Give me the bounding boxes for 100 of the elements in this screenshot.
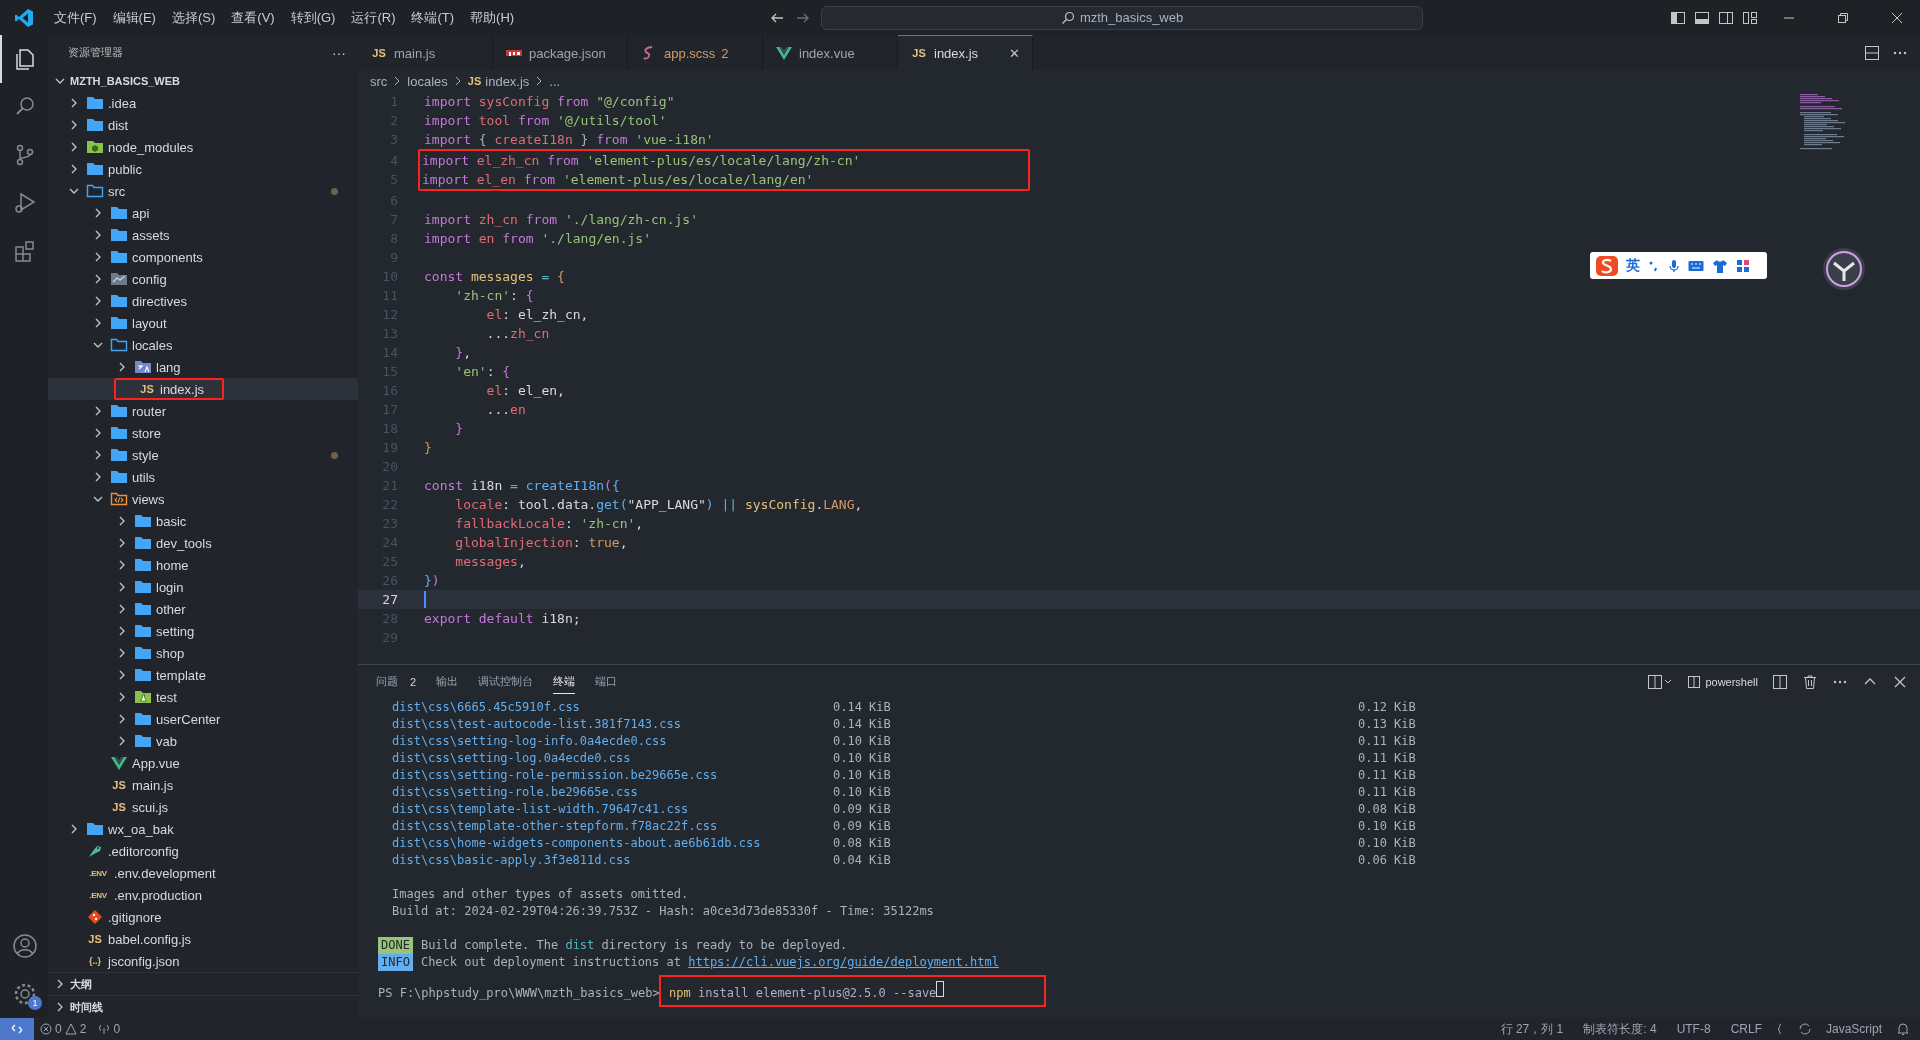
restore-icon[interactable] [1837, 11, 1849, 24]
ports-status[interactable]: 0 [92, 1022, 127, 1036]
floating-ball-icon[interactable] [1822, 247, 1866, 291]
split-editor-icon[interactable] [1864, 44, 1880, 61]
menu-item[interactable]: 帮助(H) [462, 4, 523, 31]
link[interactable]: https://cli.vuejs.org/guide/deployment.html [688, 955, 999, 969]
menu-item[interactable]: 运行(R) [343, 4, 404, 31]
keyboard-icon[interactable] [1688, 259, 1704, 272]
code-line: export default i18n; [423, 611, 581, 626]
tree-item[interactable]: {..} jsconfig.json [48, 950, 358, 972]
close-icon[interactable] [1891, 11, 1903, 24]
menu-item[interactable]: 转到(G) [282, 4, 344, 31]
problems-status[interactable]: 0 2 [34, 1022, 93, 1036]
terminal-selector[interactable]: powershell [1687, 675, 1758, 689]
split-icon[interactable] [1772, 674, 1788, 690]
menu-item[interactable]: 终端(T) [403, 4, 463, 31]
tree-item[interactable]: .ENV .env.development [48, 862, 358, 884]
tree-item[interactable]: wx_oa_bak [48, 818, 358, 840]
toggle-sidebar-icon[interactable] [1670, 9, 1686, 26]
tree-item[interactable]: other [48, 598, 358, 620]
menu-item[interactable]: 编辑(E) [104, 4, 164, 31]
tree-item[interactable]: locales [48, 334, 358, 356]
tree-item[interactable]: JS scui.js [48, 796, 358, 818]
status-item[interactable]: 制表符长度: 4 [1577, 1020, 1663, 1038]
tree-item[interactable]: router [48, 400, 358, 422]
toggle-secondary-sidebar-icon[interactable] [1718, 9, 1734, 26]
tree-item[interactable]: api [48, 202, 358, 224]
grid-icon[interactable] [1736, 258, 1750, 273]
editor-tab[interactable]: app.scss 2 [628, 35, 763, 70]
tree-item[interactable]: components [48, 246, 358, 268]
panel-tab[interactable]: 问题 2 [376, 670, 417, 694]
tree-item[interactable]: assets [48, 224, 358, 246]
panel-tab[interactable]: 终端 [553, 670, 576, 694]
status-item[interactable]: 行 27，列 1 [1494, 1020, 1570, 1038]
breadcrumb-item[interactable]: JS index.js [467, 73, 530, 89]
tree-item[interactable]: views [48, 488, 358, 510]
editor-tab[interactable]: JS main.js [358, 35, 493, 70]
menu-item[interactable]: 查看(V) [223, 4, 283, 31]
tree-item[interactable]: JS index.js [48, 378, 358, 400]
split-terminal-icon[interactable] [1647, 674, 1674, 690]
tree-item[interactable]: .editorconfig [48, 840, 358, 862]
tree-item[interactable]: .ENV .env.production [48, 884, 358, 906]
panel-tab[interactable]: 调试控制台 [478, 670, 534, 694]
layout-icon[interactable] [1742, 9, 1758, 26]
panel-tab[interactable]: 端口 [595, 670, 618, 694]
tree-item[interactable]: dist [48, 114, 358, 136]
account-icon[interactable] [12, 933, 38, 959]
editor-tab[interactable]: package.json [493, 35, 628, 70]
sync-icon[interactable] [1797, 1022, 1812, 1036]
tree-item[interactable]: App.vue [48, 752, 358, 774]
tree-item[interactable]: store [48, 422, 358, 444]
project-header[interactable]: MZTH_BASICS_WEB [48, 70, 358, 92]
bell-icon[interactable] [1896, 1022, 1910, 1036]
tree-item[interactable]: directives [48, 290, 358, 312]
tree-item[interactable]: JS babel.config.js [48, 928, 358, 950]
status-item[interactable]: CRLF [1724, 1022, 1768, 1036]
tree-item[interactable]: src [48, 180, 358, 202]
tree-item[interactable]: node_modules [48, 136, 358, 158]
close-tab-button[interactable]: ✕ [1009, 45, 1020, 61]
tree-item[interactable]: setting [48, 620, 358, 642]
settings-icon[interactable] [12, 981, 38, 1007]
toggle-panel-icon[interactable] [1694, 9, 1710, 26]
tree-item[interactable]: login [48, 576, 358, 598]
tree-item[interactable]: .idea [48, 92, 358, 114]
more-actions-button[interactable]: ··· [332, 44, 346, 61]
menu-item[interactable]: 文件(F) [46, 4, 105, 31]
tree-item[interactable]: public [48, 158, 358, 180]
editor-tab[interactable]: JS index.js ✕ [898, 35, 1033, 70]
trash-icon[interactable] [1802, 674, 1818, 690]
tree-item[interactable]: style [48, 444, 358, 466]
tree-item[interactable]: shop [48, 642, 358, 664]
tree-item[interactable]: .gitignore [48, 906, 358, 928]
panel-tab[interactable]: 输出 [436, 670, 459, 694]
tree-item[interactable]: layout [48, 312, 358, 334]
microphone-icon[interactable] [1668, 258, 1680, 273]
tree-item[interactable]: utils [48, 466, 358, 488]
tree-item[interactable]: basic [48, 510, 358, 532]
tree-item[interactable]: vab [48, 730, 358, 752]
tree-item[interactable]: config [48, 268, 358, 290]
tree-item[interactable]: JS main.js [48, 774, 358, 796]
tree-item[interactable]: userCenter [48, 708, 358, 730]
breadcrumb-item[interactable]: src [370, 73, 388, 89]
menu-item[interactable]: 选择(S) [163, 4, 224, 31]
tree-item[interactable]: test [48, 686, 358, 708]
breadcrumb-item[interactable]: ... [549, 73, 561, 89]
status-item[interactable]: UTF-8 [1670, 1022, 1717, 1036]
tree-item[interactable]: template [48, 664, 358, 686]
language-mode[interactable]: JavaScript [1819, 1022, 1888, 1036]
search-field[interactable]: mzth_basics_web [821, 5, 1424, 30]
shirt-icon[interactable] [1712, 258, 1728, 273]
input-mode-label[interactable]: 英 [1626, 256, 1640, 275]
tree-item[interactable]: home [48, 554, 358, 576]
run-debug-icon[interactable] [12, 190, 38, 216]
tree-item[interactable]: lang [48, 356, 358, 378]
terminal-text: Build complete. The dist directory is ready to be deployed. [420, 937, 848, 954]
tree-item[interactable]: dev_tools [48, 532, 358, 554]
section-header[interactable]: 大纲 [48, 972, 358, 995]
close-icon[interactable] [1892, 674, 1908, 690]
ime-toolbar[interactable]: 英 [1590, 252, 1767, 279]
breadcrumb-item[interactable]: locales [407, 73, 448, 89]
